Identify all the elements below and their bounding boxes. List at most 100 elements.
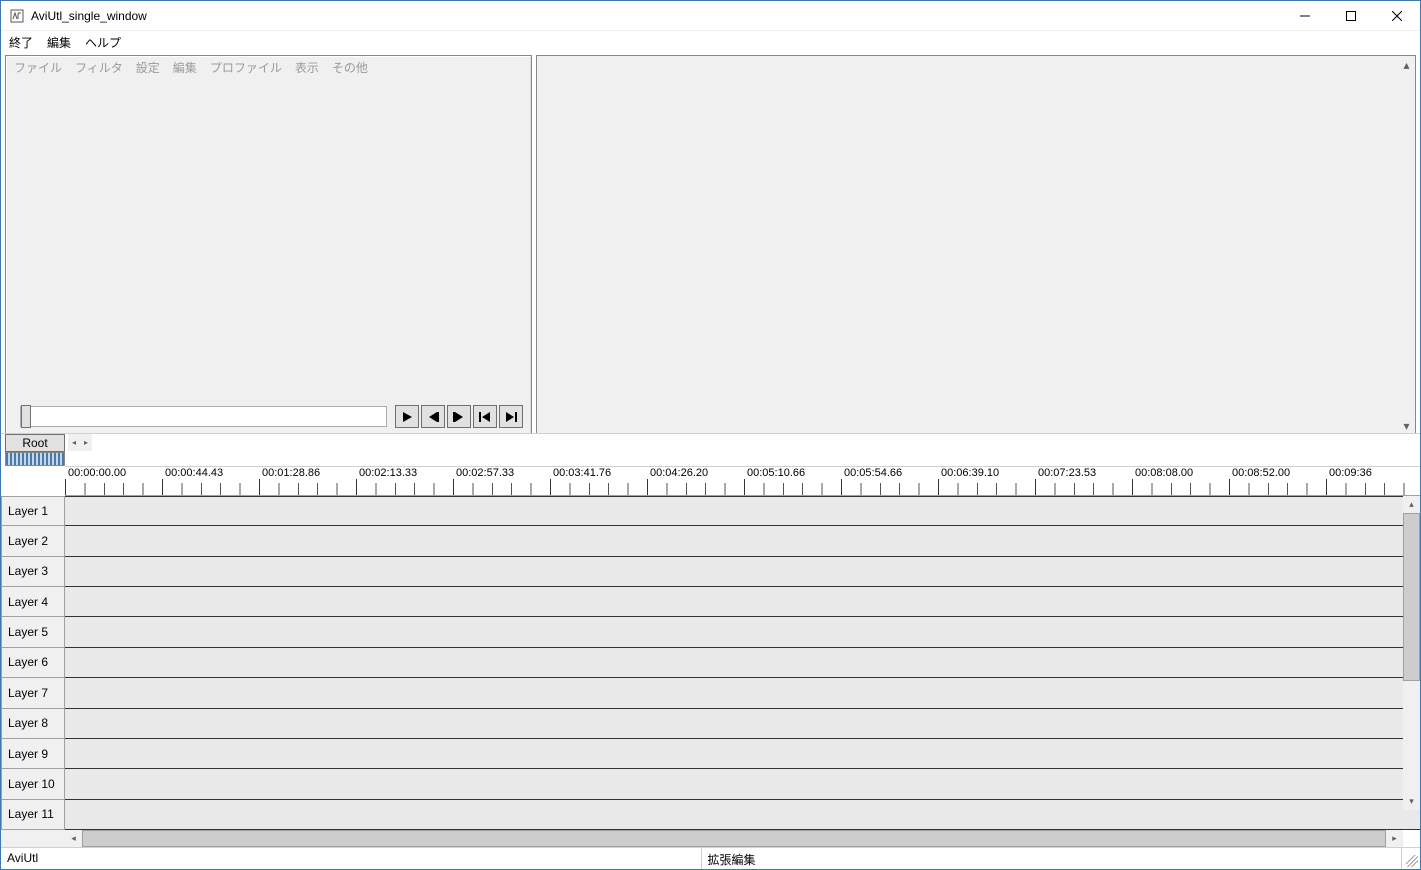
pmenu-filter[interactable]: フィルタ [75,59,123,76]
layer-label[interactable]: Layer 3 [1,557,65,587]
layer-track[interactable] [65,496,1420,526]
ruler-time-label: 00:07:23.53 [1038,467,1096,479]
titlebar: AviUtl_single_window [1,1,1420,31]
app-window: AviUtl_single_window 終了 編集 ヘルプ ファイル フィルタ… [0,0,1421,870]
ruler-time-label: 00:05:10.66 [747,467,805,479]
layer-row: Layer 5 [1,617,1420,647]
to-end-button[interactable] [499,405,523,428]
tl-scroll-right-icon[interactable]: ▸ [1386,830,1403,847]
layer-track[interactable] [65,587,1420,617]
layer-row: Layer 8 [1,709,1420,739]
layer-track[interactable] [65,557,1420,587]
layer-label[interactable]: Layer 9 [1,739,65,769]
preview-viewport [6,78,531,402]
prev-frame-button[interactable] [421,405,445,428]
layer-label[interactable]: Layer 1 [1,496,65,526]
layer-label[interactable]: Layer 4 [1,587,65,617]
scroll-track[interactable] [1398,73,1415,417]
layers-container: Layer 1Layer 2Layer 3Layer 4Layer 5Layer… [1,496,1420,830]
layer-label[interactable]: Layer 2 [1,526,65,556]
zoom-bar [1,452,1420,466]
transport-controls [6,402,531,434]
layer-track[interactable] [65,617,1420,647]
timeline-vscroll[interactable]: ▴ ▾ [1403,496,1420,810]
minimize-button[interactable] [1282,1,1328,31]
tl-scroll-up-icon[interactable]: ▴ [1403,496,1420,513]
pmenu-edit[interactable]: 編集 [173,59,197,76]
scroll-down-icon[interactable]: ▾ [1398,417,1415,434]
ruler-time-label: 00:09:36 [1329,467,1372,479]
window-title: AviUtl_single_window [31,9,1282,23]
ruler-time-label: 00:02:13.33 [359,467,417,479]
pmenu-settings[interactable]: 設定 [136,59,160,76]
ruler-time-label: 00:00:00.00 [68,467,126,479]
ruler-time-label: 00:00:44.43 [165,467,223,479]
timeline-panel: Root ◂ ▸ 00:00:00.0000:00:44.4300:01:28.… [1,433,1420,847]
layer-row: Layer 1 [1,496,1420,526]
ruler-time-label: 00:02:57.33 [456,467,514,479]
layer-row: Layer 6 [1,648,1420,678]
layer-track[interactable] [65,769,1420,799]
tl-hscroll-thumb[interactable] [82,830,1386,847]
timeline-header: Root ◂ ▸ [1,434,1420,452]
preview-panel: ファイル フィルタ 設定 編集 プロファイル 表示 その他 [5,55,532,435]
zoom-handle[interactable] [5,452,65,466]
pmenu-file[interactable]: ファイル [14,59,62,76]
layer-label[interactable]: Layer 11 [1,800,65,830]
pmenu-view[interactable]: 表示 [295,59,319,76]
ruler-time-label: 00:03:41.76 [553,467,611,479]
tl-scroll-left-icon[interactable]: ◂ [65,830,82,847]
content-row: ファイル フィルタ 設定 編集 プロファイル 表示 その他 [1,53,1420,433]
menubar: 終了 編集 ヘルプ [1,31,1420,53]
timeline-hscroll[interactable]: ◂ ▸ [1,830,1403,847]
ruler-time-label: 00:05:54.66 [844,467,902,479]
ruler-time-label: 00:04:26.20 [650,467,708,479]
layer-track[interactable] [65,800,1420,830]
next-frame-button[interactable] [447,405,471,428]
to-start-button[interactable] [473,405,497,428]
seek-thumb[interactable] [21,405,31,428]
layer-row: Layer 2 [1,526,1420,556]
zoom-track[interactable] [65,452,1420,466]
status-right: 拡張編集 [702,848,1403,869]
window-controls [1282,1,1420,31]
status-left: AviUtl [1,848,702,869]
menu-help[interactable]: ヘルプ [85,34,121,51]
ruler-time-label: 00:08:52.00 [1232,467,1290,479]
preview-menubar: ファイル フィルタ 設定 編集 プロファイル 表示 その他 [6,56,531,78]
maximize-button[interactable] [1328,1,1374,31]
root-button[interactable]: Root [5,434,65,452]
layer-track[interactable] [65,678,1420,708]
layer-label[interactable]: Layer 5 [1,617,65,647]
menu-exit[interactable]: 終了 [9,34,33,51]
close-button[interactable] [1374,1,1420,31]
layer-track[interactable] [65,739,1420,769]
ruler-time-label: 00:08:08.00 [1135,467,1193,479]
layer-row: Layer 9 [1,739,1420,769]
scroll-up-icon[interactable]: ▴ [1398,56,1415,73]
seek-slider[interactable] [20,406,387,427]
layer-label[interactable]: Layer 10 [1,769,65,799]
ruler-ticks [65,483,1420,495]
resize-grip[interactable] [1402,848,1420,869]
mini-scroll-right-icon[interactable]: ▸ [80,434,92,451]
ruler-canvas[interactable]: 00:00:00.0000:00:44.4300:01:28.8600:02:1… [65,466,1420,496]
layer-label[interactable]: Layer 8 [1,709,65,739]
layer-track[interactable] [65,648,1420,678]
menu-edit[interactable]: 編集 [47,34,71,51]
layer-row: Layer 10 [1,769,1420,799]
play-button[interactable] [395,405,419,428]
pmenu-profile[interactable]: プロファイル [210,59,282,76]
tl-vscroll-thumb[interactable] [1403,513,1420,681]
layer-track[interactable] [65,709,1420,739]
mini-scroll-left-icon[interactable]: ◂ [68,434,80,451]
layer-row: Layer 7 [1,678,1420,708]
pmenu-other[interactable]: その他 [332,59,368,76]
mini-hscroll[interactable]: ◂ ▸ [68,434,92,451]
properties-panel: ▴ ▾ [536,55,1416,435]
tl-scroll-down-icon[interactable]: ▾ [1403,793,1420,810]
layer-label[interactable]: Layer 6 [1,648,65,678]
properties-vscroll[interactable]: ▴ ▾ [1398,56,1415,434]
layer-label[interactable]: Layer 7 [1,678,65,708]
layer-track[interactable] [65,526,1420,556]
